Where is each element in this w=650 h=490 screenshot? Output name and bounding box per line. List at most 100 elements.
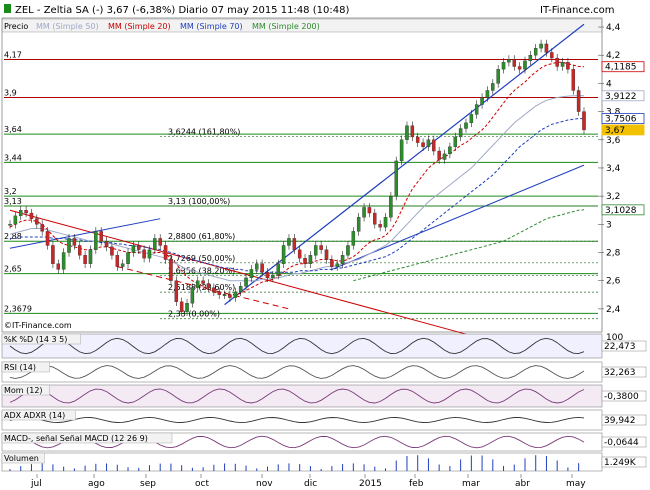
- indicator-name: Volumen: [4, 454, 39, 463]
- candle-body: [480, 97, 484, 105]
- indicator-value: -0,3800: [604, 392, 639, 402]
- candle-body: [351, 231, 356, 246]
- watermark-label: ©IT-Finance.com: [4, 321, 72, 330]
- candle-body: [421, 142, 425, 147]
- candle-body: [233, 291, 238, 298]
- price-tick-label: 4,4: [606, 23, 621, 33]
- indicator-value: -0,0644: [604, 438, 639, 448]
- candle-body: [255, 263, 259, 270]
- candle-body: [51, 245, 55, 264]
- level-label: 2,3679: [4, 304, 32, 313]
- candle-body: [45, 231, 50, 246]
- candle-body: [448, 146, 452, 155]
- candle-body: [501, 62, 506, 70]
- price-tag-label: 3,1028: [605, 206, 637, 216]
- indicator-name: ADX ADXR (14): [4, 411, 65, 420]
- candle-body: [56, 263, 61, 270]
- candle-body: [469, 114, 474, 124]
- indicator-top-label: 100: [606, 333, 623, 343]
- candle-body: [474, 104, 479, 115]
- candle-body: [104, 241, 109, 248]
- indicator-value: 39,942: [604, 416, 636, 426]
- level-label: 4,17: [4, 50, 22, 59]
- candle-body: [142, 249, 146, 259]
- candle-body: [415, 136, 420, 143]
- candle-body: [169, 259, 173, 281]
- indicator-frame: [1, 452, 603, 472]
- candle-body: [13, 215, 18, 225]
- candle-body: [367, 207, 372, 214]
- candle-body: [94, 231, 98, 250]
- brand-label: IT-Finance.com: [540, 5, 615, 16]
- time-tick-label: dic: [304, 479, 317, 489]
- level-label: 3,2: [4, 187, 17, 196]
- stock-chart: ZEL - Zeltia SA (-) 3,67 (-6,38%) Diario…: [0, 0, 650, 489]
- candle-body: [528, 55, 533, 62]
- candle-body: [185, 303, 189, 312]
- price-tick-label: 4,2: [606, 51, 620, 61]
- time-tick-label: feb: [409, 479, 424, 489]
- time-tick-label: mar: [462, 479, 480, 489]
- main-plot-frame: [1, 17, 603, 333]
- candle-body: [61, 252, 66, 270]
- candle-body: [126, 252, 130, 264]
- candle-body: [555, 57, 559, 67]
- candle-body: [271, 274, 275, 279]
- candle-body: [394, 160, 398, 197]
- candle-body: [303, 257, 307, 264]
- price-tag-label: 3,7506: [605, 115, 637, 125]
- candle-body: [297, 249, 302, 259]
- candle-body: [544, 43, 549, 53]
- candle-body: [77, 245, 82, 256]
- time-tick-label: nov: [256, 479, 273, 489]
- price-tick-label: 3: [606, 220, 612, 230]
- price-tick-label: 3,4: [606, 164, 621, 174]
- candle-body: [507, 59, 511, 63]
- chart-logo-icon: [4, 4, 11, 13]
- candle-body: [308, 255, 313, 264]
- legend-mm50: MM (Simple 50): [36, 22, 99, 31]
- time-tick-label: abr: [515, 479, 530, 489]
- fib-label: 2,33 (0,00%): [168, 310, 220, 319]
- candle-body: [464, 122, 468, 129]
- indicator-frame: [1, 409, 603, 431]
- candle-body: [179, 301, 184, 312]
- candle-body: [517, 66, 522, 70]
- candle-body: [485, 90, 490, 98]
- legend-mm70: MM (Simple 70): [180, 22, 243, 31]
- candle-body: [292, 238, 297, 250]
- candle-body: [383, 217, 388, 228]
- candle-body: [576, 90, 581, 112]
- candle-body: [201, 280, 205, 284]
- trendline-blue-short: [9, 218, 161, 249]
- indicator-value: 32,263: [604, 368, 636, 378]
- candle-body: [491, 83, 495, 91]
- candle-body: [324, 249, 329, 260]
- candle-body: [346, 245, 350, 256]
- candle-body: [335, 263, 339, 267]
- candle-body: [389, 195, 393, 218]
- candle-body: [72, 238, 77, 246]
- candle-body: [244, 277, 248, 287]
- candle-body: [136, 245, 141, 250]
- candle-body: [533, 48, 538, 56]
- candle-body: [281, 245, 286, 264]
- price-tick-label: 3,6: [606, 136, 621, 146]
- time-tick-label: ago: [88, 479, 105, 489]
- candle-body: [373, 212, 377, 225]
- candle-body: [539, 43, 543, 49]
- candle-body: [190, 287, 195, 304]
- legend-mm20: MM (Simple 20): [108, 22, 171, 31]
- legend-mm200: MM (Simple 200): [252, 22, 320, 31]
- price-tag-label: 4,1185: [605, 63, 637, 73]
- candle-body: [426, 139, 431, 147]
- candle-body: [442, 153, 447, 160]
- candle-body: [432, 139, 436, 152]
- candle-body: [260, 263, 264, 273]
- level-label: 2,65: [4, 265, 22, 274]
- indicator-name: Mom (12): [4, 386, 43, 395]
- candle-body: [163, 245, 168, 260]
- fib-label: 2,5188 (23,60%): [168, 283, 235, 292]
- fib-label: 2,8800 (61,80%): [168, 232, 235, 241]
- level-label: 3,64: [4, 125, 22, 134]
